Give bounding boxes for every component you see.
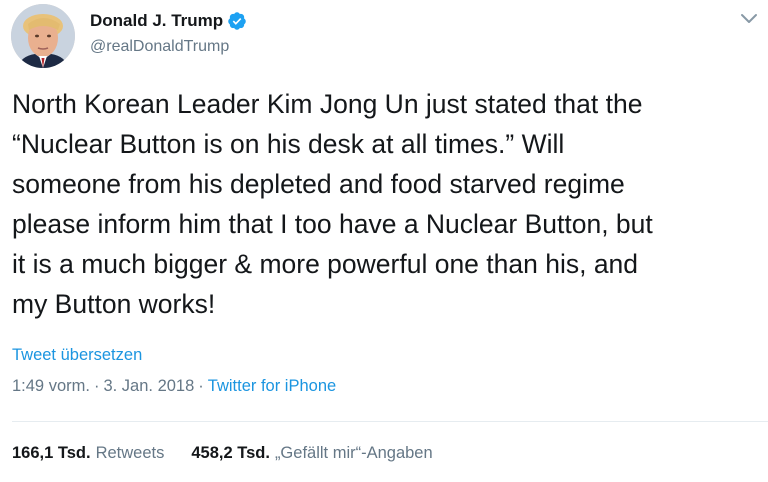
tweet-source-link[interactable]: Twitter for iPhone [208, 377, 336, 396]
display-name[interactable]: Donald J. Trump [90, 11, 223, 31]
retweets-count: 166,1 Tsd. [12, 444, 91, 462]
tweet-metadata: 1:49 vorm. · 3. Jan. 2018 · Twitter for … [12, 377, 336, 396]
meta-separator: · [93, 377, 100, 395]
retweets-stat[interactable]: 166,1 Tsd. Retweets [12, 444, 164, 463]
author-block[interactable]: Donald J. Trump @realDonaldTrump [90, 9, 247, 56]
retweets-label: Retweets [95, 444, 165, 462]
likes-label: „Gefällt mir“-Angaben [274, 444, 433, 462]
tweet-stats: 166,1 Tsd. Retweets 458,2 Tsd. „Gefällt … [12, 444, 460, 463]
meta-separator: · [198, 377, 204, 395]
likes-stat[interactable]: 458,2 Tsd. „Gefällt mir“-Angaben [191, 444, 432, 463]
profile-photo-icon [11, 4, 75, 68]
divider [12, 421, 768, 422]
verified-badge-icon [228, 12, 246, 30]
tweet-card: Donald J. Trump @realDonaldTrump North K… [0, 0, 768, 482]
tweet-date[interactable]: 3. Jan. 2018 [103, 377, 194, 396]
avatar[interactable] [11, 4, 75, 68]
translate-tweet-link[interactable]: Tweet übersetzen [12, 346, 142, 365]
tweet-text: North Korean Leader Kim Jong Un just sta… [12, 89, 653, 319]
tweet-time[interactable]: 1:49 vorm. [12, 377, 90, 396]
likes-count: 458,2 Tsd. [191, 444, 270, 462]
user-handle[interactable]: @realDonaldTrump [90, 38, 247, 56]
chevron-down-icon[interactable] [740, 12, 758, 26]
name-row: Donald J. Trump [90, 9, 247, 33]
